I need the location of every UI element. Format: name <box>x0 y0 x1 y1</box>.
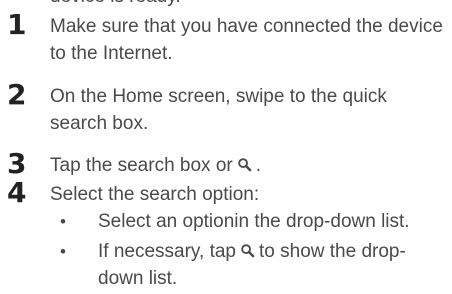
step-number: 4 <box>7 176 27 209</box>
step-text: On the Home screen, swipe to the quick s… <box>50 86 387 134</box>
step-number: 3 <box>7 147 27 180</box>
bullet-dot: • <box>60 242 66 261</box>
step-text-after: . <box>255 155 261 176</box>
step-text: Tap the search box or. <box>50 152 445 179</box>
bullet-dot: • <box>60 212 66 231</box>
search-icon <box>241 244 255 258</box>
step-number: 1 <box>7 8 27 41</box>
step-number: 2 <box>7 78 27 111</box>
bullet-text-before: If necessary, tap <box>98 241 236 262</box>
cut-off-text: device is ready. <box>50 0 181 10</box>
step-text: Select the search option: <box>50 184 260 205</box>
step-text: Make sure that you have connected the de… <box>50 16 443 64</box>
step-text-before: Tap the search box or <box>50 155 233 176</box>
instruction-page: device is ready. 1 Make sure that you ha… <box>0 0 452 294</box>
bullet-text: If necessary, tap to show the drop-down l… <box>98 238 448 292</box>
bullet-text: Select an optionin the drop-down list. <box>98 211 410 232</box>
search-icon <box>237 158 252 172</box>
